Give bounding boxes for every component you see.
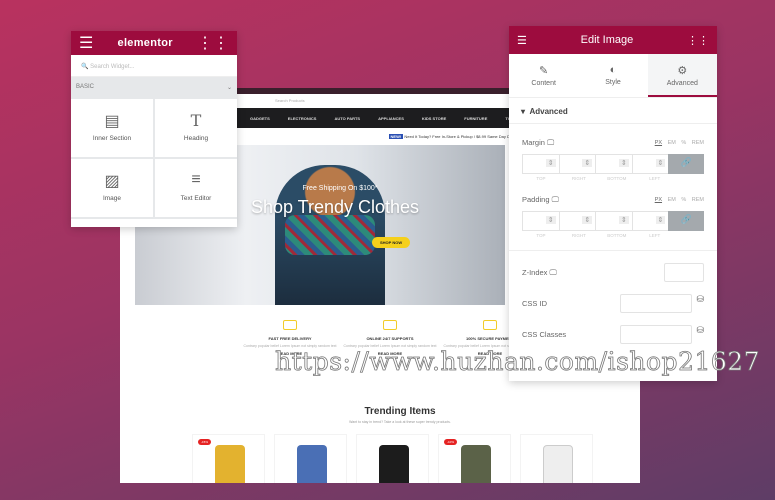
link-icon[interactable]: 🔗	[668, 211, 704, 231]
discount-badge: -15%	[198, 439, 212, 445]
cssclasses-label: CSS Classes	[522, 330, 567, 339]
nav-item[interactable]: FURNITURE	[464, 116, 487, 121]
nav-item[interactable]: APPLIANCES	[378, 116, 404, 121]
unit-switcher[interactable]: PX EM % REM	[655, 197, 704, 203]
hamburger-icon[interactable]: ☰	[79, 33, 93, 53]
hamburger-icon[interactable]: ☰	[517, 34, 527, 47]
shop-now-button[interactable]: SHOP NOW	[372, 237, 411, 248]
tab-content[interactable]: ✎ Content	[509, 54, 578, 97]
desktop-icon[interactable]: 🖵	[550, 268, 557, 277]
widget-text-editor[interactable]: ≡ Text Editor	[155, 159, 237, 217]
nav-item[interactable]: ELECTRONICS	[288, 116, 317, 121]
padding-bottom-input[interactable]	[595, 211, 632, 231]
database-icon[interactable]: ⛁	[696, 294, 704, 313]
cssid-input[interactable]	[620, 294, 693, 313]
product-image	[379, 445, 409, 483]
image-icon: ▨	[104, 173, 120, 190]
padding-left-input[interactable]	[631, 211, 669, 231]
desktop-icon[interactable]: 🖵	[552, 195, 559, 204]
desktop-icon[interactable]: 🖵	[547, 138, 554, 147]
truck-icon	[283, 320, 297, 330]
widget-search-input[interactable]: 🔍 Search Widget...	[71, 55, 237, 77]
edit-image-panel: ☰ Edit Image ⋮⋮ ✎ Content ◐ Style ⚙ Advanced …	[509, 26, 717, 381]
chevron-down-icon: ⌄	[226, 85, 232, 91]
margin-label: Margin	[522, 138, 545, 147]
product-image	[543, 445, 573, 483]
widget-image[interactable]: ▨ Image	[71, 159, 153, 217]
columns-icon: ▤	[104, 113, 120, 130]
trending-subtitle: Want to stay in trend? Take a look at th…	[349, 420, 451, 424]
watermark: https://www.huzhan.com/ishop21627	[275, 347, 761, 377]
product-card-backpack[interactable]: -10%	[438, 434, 511, 483]
trending-title: Trending Items	[364, 406, 436, 417]
product-image	[297, 445, 327, 483]
database-icon[interactable]: ⛁	[696, 325, 704, 344]
nav-item[interactable]: AUTO PARTS	[334, 116, 360, 121]
contrast-icon: ◐	[609, 64, 617, 76]
tab-style[interactable]: ◐ Style	[578, 54, 647, 97]
tab-advanced[interactable]: ⚙ Advanced	[647, 54, 717, 97]
unit-switcher[interactable]: PX EM % REM	[655, 140, 704, 146]
panel-title: Edit Image	[580, 34, 634, 46]
promo-badge: NEW!	[388, 134, 404, 139]
cssid-label: CSS ID	[522, 299, 548, 308]
discount-badge: -10%	[444, 439, 458, 445]
margin-bottom-input[interactable]	[595, 154, 632, 174]
card-icon	[483, 320, 497, 330]
product-card-sweater[interactable]: -15%	[192, 434, 265, 483]
section-advanced[interactable]: ▾ Advanced	[509, 98, 717, 124]
text-editor-icon: ≡	[191, 171, 201, 188]
elementor-widgets-panel: ☰ elementor ⋮⋮ 🔍 Search Widget... BASIC ⌄ ▤…	[71, 31, 237, 227]
nav-item[interactable]: GADGETS	[250, 116, 270, 121]
padding-right-input[interactable]	[558, 211, 596, 231]
chat-icon	[383, 320, 397, 330]
product-card-tablet[interactable]	[274, 434, 347, 483]
margin-right-input[interactable]	[558, 154, 596, 174]
heading-icon: T	[190, 111, 202, 130]
padding-inputs: 🔗	[522, 211, 704, 231]
elementor-logo: elementor	[117, 37, 173, 49]
product-card-game-controller[interactable]	[520, 434, 593, 483]
category-basic[interactable]: BASIC ⌄	[71, 77, 237, 97]
product-image	[461, 445, 491, 483]
zindex-label: Z-Index	[522, 267, 548, 277]
padding-top-input[interactable]	[522, 211, 559, 231]
margin-top-input[interactable]	[522, 154, 559, 174]
nav-item[interactable]: KIDS STORE	[422, 116, 446, 121]
zindex-input[interactable]	[664, 263, 704, 282]
promo-text: Need It Today? Free In-Store & Pickup / …	[404, 134, 522, 139]
hero-image-scarf	[285, 215, 375, 255]
product-image	[215, 445, 245, 483]
padding-label: Padding	[522, 195, 550, 204]
trending-section: Trending Items Want to stay in trend? Tak…	[120, 406, 640, 424]
pencil-icon: ✎	[539, 65, 549, 77]
widget-inner-section[interactable]: ▤ Inner Section	[71, 99, 153, 157]
margin-inputs: 🔗	[522, 154, 704, 174]
grid-icon[interactable]: ⋮⋮	[687, 34, 709, 47]
widget-heading[interactable]: T Heading	[155, 99, 237, 157]
grid-icon[interactable]: ⋮⋮	[197, 33, 229, 53]
cssclasses-input[interactable]	[620, 325, 693, 344]
margin-left-input[interactable]	[631, 154, 669, 174]
product-card-air-fryer[interactable]	[356, 434, 429, 483]
gear-icon: ⚙	[677, 65, 688, 77]
link-icon[interactable]: 🔗	[668, 154, 704, 174]
